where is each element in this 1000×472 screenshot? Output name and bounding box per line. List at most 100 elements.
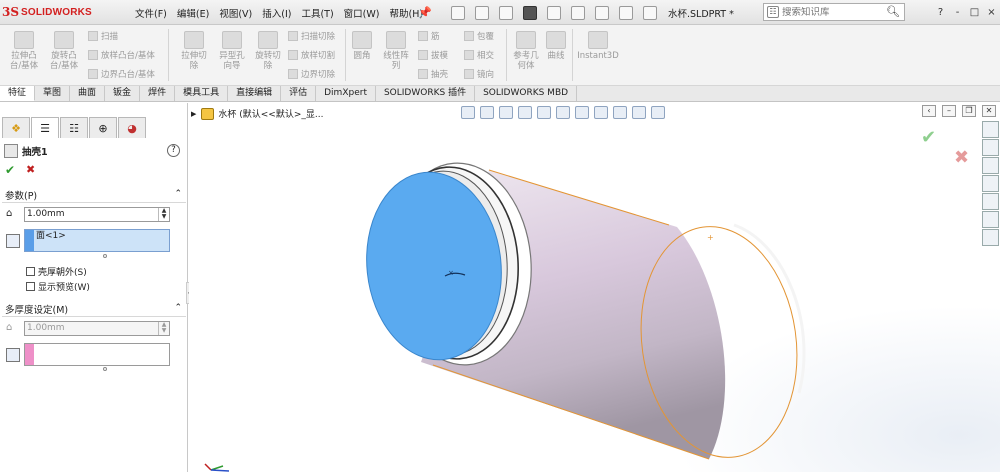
lofted-cut-button[interactable]: 放样切割: [288, 49, 335, 61]
thickness-input[interactable]: 1.00mm ▲ ▼: [24, 207, 170, 222]
select-icon[interactable]: [571, 5, 585, 20]
faces-to-remove-list[interactable]: 面<1>: [24, 229, 170, 252]
collapse-chevron-icon[interactable]: ⌃: [174, 189, 182, 199]
expand-arrow-icon[interactable]: ▶: [191, 110, 196, 118]
menu-file[interactable]: 文件(F): [130, 6, 172, 20]
menu-view[interactable]: 视图(V): [214, 6, 257, 20]
viewport-expand-button[interactable]: ‹: [922, 105, 936, 117]
boundary-cut-button[interactable]: 边界切除: [288, 68, 335, 80]
tab-surfaces[interactable]: 曲面: [70, 86, 106, 101]
rib-button[interactable]: 筋: [418, 30, 440, 42]
search-input[interactable]: [782, 6, 882, 18]
shell-button[interactable]: 抽壳: [418, 68, 448, 80]
tab-sketch[interactable]: 草图: [35, 86, 71, 101]
multi-thickness-input[interactable]: 1.00mm ▲ ▼: [24, 321, 170, 336]
intersect-button[interactable]: 相交: [464, 49, 494, 61]
tab-direct-editing[interactable]: 直接编辑: [228, 86, 282, 101]
revolve-boss-button[interactable]: 旋转凸 台/基体: [42, 31, 86, 71]
swept-cut-button[interactable]: 扫描切除: [288, 30, 335, 42]
edit-appearance-icon[interactable]: [613, 106, 627, 119]
previous-view-icon[interactable]: [499, 106, 513, 119]
viewport-restore-button[interactable]: ❐: [962, 105, 976, 117]
tab-features[interactable]: 特征: [0, 86, 36, 101]
save-icon[interactable]: [499, 5, 513, 20]
section-view-icon[interactable]: [518, 106, 532, 119]
appearances-scenes-icon[interactable]: [982, 193, 999, 210]
open-document-icon[interactable]: [475, 5, 489, 20]
resize-handle[interactable]: [103, 367, 107, 371]
viewport-close-button[interactable]: ✕: [982, 105, 996, 117]
rebuild-icon[interactable]: [595, 5, 609, 20]
multi-thickness-faces-list[interactable]: [24, 343, 170, 366]
solidworks-logo[interactable]: 3S SOLIDWORKS: [2, 1, 122, 23]
dynamic-annotation-icon[interactable]: [537, 106, 551, 119]
linear-pattern-button[interactable]: 线性阵 列: [374, 31, 418, 71]
menu-window[interactable]: 窗口(W): [339, 6, 385, 20]
confirmation-cancel-icon[interactable]: ✖: [954, 147, 969, 168]
minimize-button[interactable]: -: [950, 7, 965, 18]
multi-thickness-header[interactable]: 多厚度设定(M) ⌃: [2, 302, 186, 317]
new-document-icon[interactable]: [451, 5, 465, 20]
show-preview-checkbox[interactable]: 显示预览(W): [26, 280, 90, 293]
view-orientation-icon[interactable]: [556, 106, 570, 119]
feature-manager-tab-icon[interactable]: ❖: [2, 117, 30, 138]
zoom-to-area-icon[interactable]: [480, 106, 494, 119]
revolve-cut-button[interactable]: 旋转切 除: [246, 31, 290, 71]
draft-button[interactable]: 拔模: [418, 49, 448, 61]
graphics-area[interactable]: + × ▶ 水杯 (默认<<默认>_显... ‹ – ❐ ✕ ✔ ✖: [189, 103, 1000, 472]
help-button[interactable]: ?: [933, 7, 948, 18]
viewport-minimize-button[interactable]: –: [942, 105, 956, 117]
hide-show-items-icon[interactable]: [594, 106, 608, 119]
tab-mold-tools[interactable]: 模具工具: [175, 86, 229, 101]
resize-handle[interactable]: [103, 254, 107, 258]
display-manager-tab-icon[interactable]: ◕: [118, 117, 146, 138]
zoom-to-fit-icon[interactable]: [461, 106, 475, 119]
menu-insert[interactable]: 插入(I): [257, 6, 296, 20]
print-icon[interactable]: [523, 5, 537, 20]
file-properties-icon[interactable]: [619, 5, 633, 20]
pin-menu-icon[interactable]: 📌: [418, 6, 432, 19]
tab-solidworks-mbd[interactable]: SOLIDWORKS MBD: [475, 86, 578, 101]
multi-thickness-spinner[interactable]: ▲ ▼: [158, 322, 169, 335]
extrude-boss-button[interactable]: 拉伸凸 台/基体: [2, 31, 46, 71]
help-icon[interactable]: ?: [167, 144, 180, 157]
cup-model[interactable]: + ×: [189, 103, 1000, 472]
close-button[interactable]: ×: [984, 7, 999, 18]
sweep-button[interactable]: 扫描: [88, 30, 118, 42]
selected-face-item[interactable]: 面<1>: [34, 230, 169, 251]
shell-outward-box[interactable]: [26, 267, 35, 276]
ok-button[interactable]: ✔: [5, 163, 15, 177]
apply-scene-icon[interactable]: [632, 106, 646, 119]
show-preview-box[interactable]: [26, 282, 35, 291]
view-palette-icon[interactable]: [982, 175, 999, 192]
shell-outward-checkbox[interactable]: 壳厚朝外(S): [26, 265, 87, 278]
undo-icon[interactable]: [547, 5, 561, 20]
property-manager-tab-icon[interactable]: ☰: [31, 117, 59, 138]
solidworks-resources-icon[interactable]: [982, 121, 999, 138]
confirmation-ok-icon[interactable]: ✔: [921, 127, 936, 148]
feature-tree-flyout[interactable]: ▶ 水杯 (默认<<默认>_显...: [191, 107, 323, 120]
tab-weldments[interactable]: 焊件: [140, 86, 176, 101]
loft-button[interactable]: 放样凸台/基体: [88, 49, 155, 61]
wrap-button[interactable]: 包覆: [464, 30, 494, 42]
cancel-button[interactable]: ✖: [26, 163, 35, 176]
collapse-chevron-icon[interactable]: ⌃: [174, 303, 182, 313]
design-library-icon[interactable]: [982, 139, 999, 156]
boundary-boss-button[interactable]: 边界凸台/基体: [88, 68, 155, 80]
restore-button[interactable]: □: [967, 7, 982, 18]
custom-properties-icon[interactable]: [982, 211, 999, 228]
search-box[interactable]: ☷ 🔍︎: [763, 3, 905, 21]
tab-solidworks-addins[interactable]: SOLIDWORKS 插件: [376, 86, 476, 101]
tab-sheet-metal[interactable]: 钣金: [105, 86, 141, 101]
view-settings-icon[interactable]: [651, 106, 665, 119]
display-style-icon[interactable]: [575, 106, 589, 119]
instant3d-button[interactable]: Instant3D: [572, 31, 624, 61]
dimxpert-manager-tab-icon[interactable]: ⊕: [89, 117, 117, 138]
configuration-manager-tab-icon[interactable]: ☷: [60, 117, 88, 138]
parameters-header[interactable]: 参数(P) ⌃: [2, 188, 186, 203]
thickness-spinner[interactable]: ▲ ▼: [158, 208, 169, 221]
tab-evaluate[interactable]: 评估: [281, 86, 317, 101]
search-icon[interactable]: 🔍︎: [886, 5, 900, 18]
mirror-button[interactable]: 镜向: [464, 68, 494, 80]
options-gear-icon[interactable]: [643, 5, 657, 20]
